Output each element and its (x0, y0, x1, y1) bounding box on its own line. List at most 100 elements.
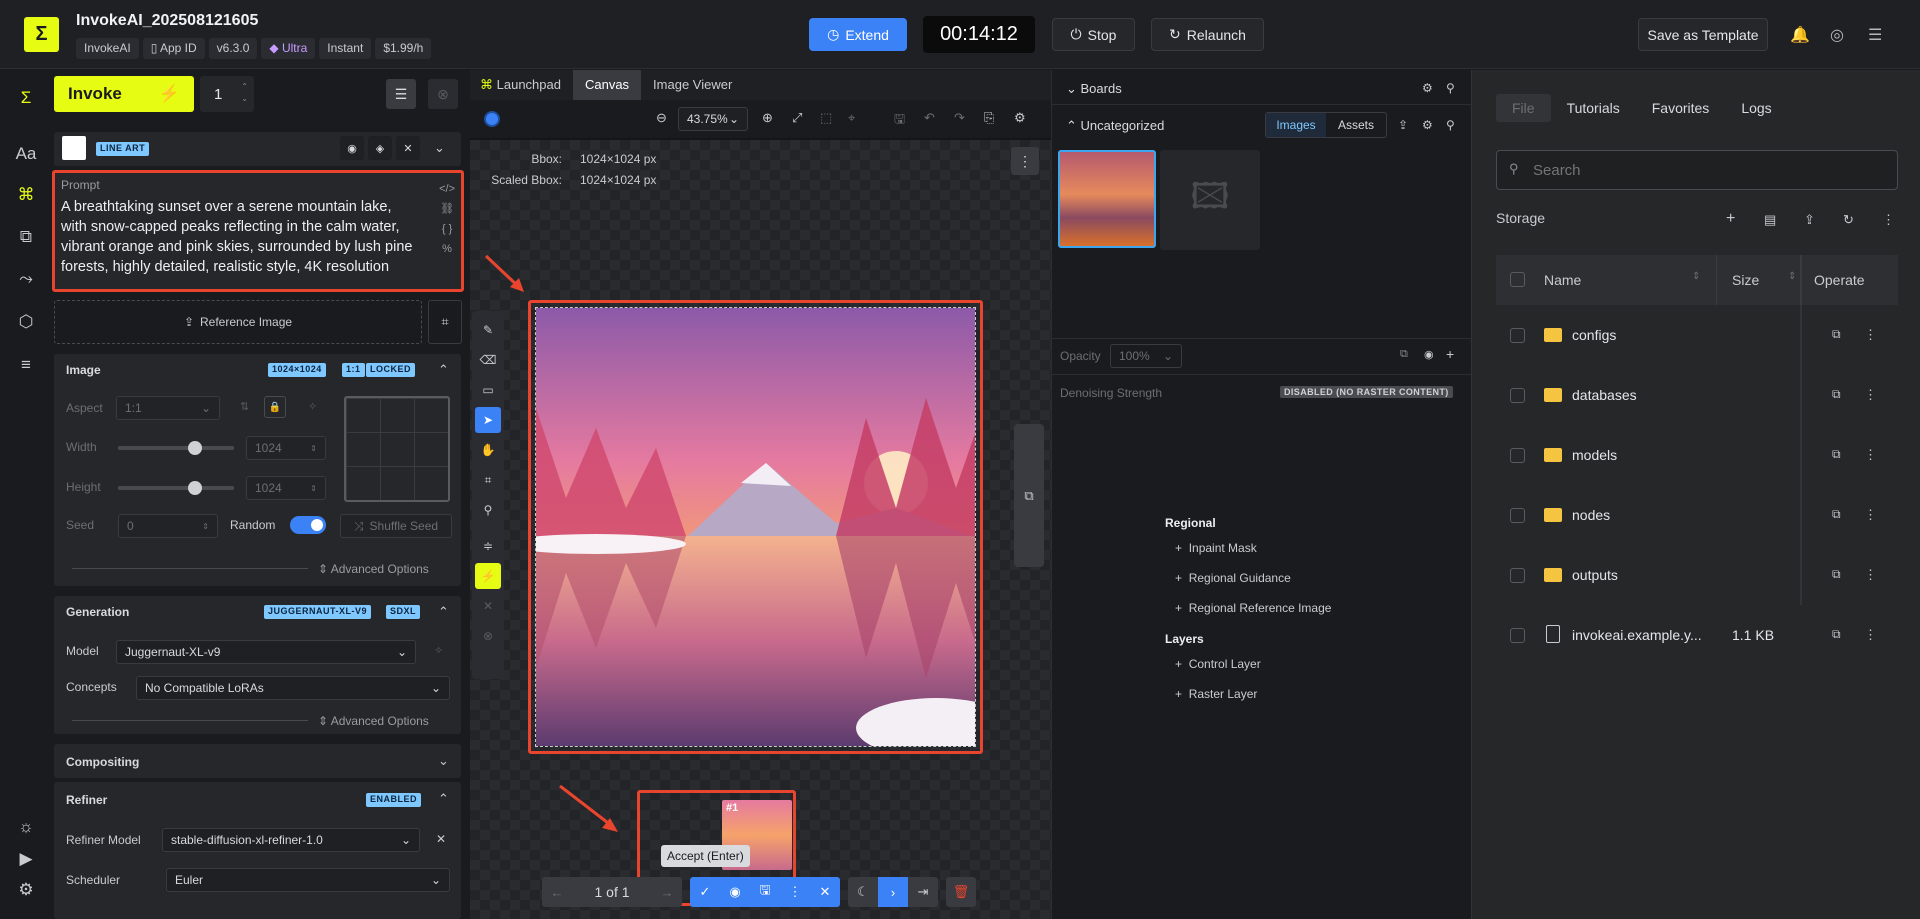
invoke-nav-logo-icon[interactable]: Σ (14, 86, 38, 110)
file-name[interactable]: databases (1572, 387, 1637, 403)
close-tool-icon[interactable]: ✕ (475, 593, 501, 619)
copy-icon[interactable]: ⧉ (1832, 567, 1841, 582)
swap-icon[interactable]: ⇅ (240, 400, 249, 413)
table-row[interactable]: outputs ⧉ ⋮ (1496, 545, 1898, 605)
boards-search-icon[interactable]: ⚲ (1446, 81, 1455, 95)
rectangle-icon[interactable]: ▭ (475, 377, 501, 403)
bbox-tool-icon[interactable]: ⌗ (475, 467, 501, 493)
add-inpaint-mask[interactable]: + Inpaint Mask (1175, 541, 1257, 555)
canvas-nav-icon[interactable]: ⌘ (14, 183, 38, 207)
copy-icon[interactable]: ⧉ (1832, 387, 1841, 402)
width-slider-thumb[interactable] (188, 441, 202, 455)
redo-icon[interactable]: ↷ (954, 110, 965, 126)
accept-check-icon[interactable]: ✓ (690, 877, 720, 907)
queue-icon[interactable]: ≡ (14, 353, 38, 377)
save-as-template-button[interactable]: Save as Template (1638, 18, 1768, 51)
compositing-section[interactable]: Compositing ⌄ (54, 744, 461, 778)
refresh-icon[interactable]: ↻ (1843, 212, 1854, 228)
row-more-icon[interactable]: ⋮ (1864, 567, 1877, 583)
seed-input[interactable]: 0 ⇕ (118, 514, 218, 538)
bbox-select-icon[interactable]: ⌗ (428, 300, 462, 344)
copy-icon[interactable]: ⧉ (1832, 627, 1841, 642)
add-control-layer[interactable]: + Control Layer (1175, 657, 1261, 671)
chevron-down-icon[interactable]: ⌄ (438, 753, 449, 769)
percent-icon[interactable]: % (439, 239, 455, 259)
chevron-up-icon[interactable]: ⌃ (438, 362, 449, 378)
image-placeholder-icon[interactable]: 🖾 (1160, 150, 1260, 250)
height-input[interactable]: 1024 ⇕ (246, 476, 326, 500)
tab-logs[interactable]: Logs (1725, 94, 1787, 122)
file-name[interactable]: invokeai.example.y... (1572, 627, 1702, 643)
sliders-icon[interactable]: ≑ (475, 533, 501, 559)
tab-image-viewer[interactable]: Image Viewer (641, 70, 744, 100)
add-regional-guidance[interactable]: + Regional Guidance (1175, 571, 1291, 585)
gallery-search-icon[interactable]: ⚲ (1446, 118, 1455, 132)
row-more-icon[interactable]: ⋮ (1864, 387, 1877, 403)
last-chevron-icon[interactable]: ⇥ (908, 877, 938, 907)
row-checkbox[interactable] (1510, 628, 1525, 643)
file-name[interactable]: models (1572, 447, 1617, 463)
row-checkbox[interactable] (1510, 508, 1525, 523)
shuffle-seed-button[interactable]: ⤨ Shuffle Seed (340, 514, 452, 538)
row-checkbox[interactable] (1510, 568, 1525, 583)
batch-count-input[interactable]: 1 ⌃ ⌄ (200, 76, 254, 112)
canvas-more-icon[interactable]: ⋮ (1011, 147, 1039, 175)
extend-button[interactable]: ◷ Extend (809, 18, 907, 51)
prompt-box[interactable]: Prompt A breathtaking sunset over a sere… (52, 170, 464, 292)
model-select[interactable]: Juggernaut-XL-v9 ⌄ (116, 640, 416, 664)
refiner-model-select[interactable]: stable-diffusion-xl-refiner-1.0 ⌄ (162, 828, 420, 852)
upload-icon[interactable]: ⇪ (1398, 118, 1408, 132)
tab-canvas[interactable]: Canvas (572, 70, 642, 100)
copy-icon[interactable]: ⧉ (1832, 327, 1841, 342)
cancel-all-button[interactable]: ⊗ (428, 79, 458, 109)
fit-bbox-icon[interactable]: ⬚ (820, 110, 832, 126)
add-regional-reference-image[interactable]: + Regional Reference Image (1175, 601, 1331, 615)
row-checkbox[interactable] (1510, 448, 1525, 463)
gallery-settings-icon[interactable]: ⚙ (1422, 118, 1433, 132)
youtube-icon[interactable]: ▶ (14, 847, 38, 871)
eye-icon[interactable]: ◉ (340, 136, 364, 160)
canvas-settings-icon[interactable]: ⚙ (1014, 110, 1026, 126)
add-layer-icon[interactable]: + (1446, 346, 1454, 362)
file-search-box[interactable]: ⚲ (1496, 150, 1898, 190)
prompt-textarea[interactable]: A breathtaking sunset over a serene moun… (61, 197, 421, 277)
lock-icon[interactable]: 🔒 (264, 396, 286, 418)
sort-icon[interactable]: ⇕ (1692, 271, 1700, 282)
uncategorized-header[interactable]: ⌃ Uncategorized (1066, 118, 1164, 134)
height-slider-thumb[interactable] (188, 481, 202, 495)
save-icon[interactable]: 🖫 (894, 110, 905, 132)
stop-button[interactable]: ⏻ Stop (1052, 18, 1135, 51)
invoke-lightning-icon[interactable]: ⚡ (475, 563, 501, 589)
discard-icon[interactable]: ✕ (810, 877, 840, 907)
focus-icon[interactable]: ⌖ (848, 110, 855, 126)
select-all-checkbox[interactable] (1510, 272, 1525, 287)
more-icon[interactable]: ⋮ (1882, 212, 1895, 228)
advanced-options-toggle[interactable]: ⇕ Advanced Options (318, 562, 429, 576)
file-name[interactable]: nodes (1572, 507, 1610, 523)
table-row[interactable]: invokeai.example.y... 1.1 KB ⧉ ⋮ (1496, 605, 1898, 665)
tab-launchpad[interactable]: ⌘ Launchpad (470, 70, 573, 100)
copy-icon[interactable]: ⧉ (1832, 507, 1841, 522)
link-icon[interactable]: ⛓ (439, 199, 455, 219)
discord-icon[interactable]: ◎ (1830, 25, 1844, 45)
fit-icon[interactable]: ⤢ (792, 110, 802, 126)
copy-icon[interactable]: ⧉ (1832, 447, 1841, 462)
table-row[interactable]: databases ⧉ ⋮ (1496, 365, 1898, 425)
add-raster-layer[interactable]: + Raster Layer (1175, 687, 1257, 701)
undo-icon[interactable]: ↶ (924, 110, 935, 126)
row-more-icon[interactable]: ⋮ (1864, 447, 1877, 463)
table-row[interactable]: configs ⧉ ⋮ (1496, 305, 1898, 365)
eraser-icon[interactable]: ⌫ (475, 347, 501, 373)
layers-icon[interactable]: ◈ (368, 136, 392, 160)
invoke-button[interactable]: Invoke ⚡ (54, 76, 194, 112)
clear-refiner-icon[interactable]: ✕ (436, 832, 446, 846)
workflow-icon[interactable]: ⤳ (14, 267, 38, 291)
generated-image-frame[interactable] (528, 300, 983, 754)
boards-header[interactable]: ⌄ Boards (1066, 81, 1122, 97)
eyedropper-icon[interactable]: ⚲ (475, 497, 501, 523)
sparkle-icon[interactable]: ✧ (308, 400, 317, 413)
chevron-down-icon[interactable]: ⌄ (434, 140, 445, 156)
layer-eye-icon[interactable]: ◉ (1424, 348, 1434, 361)
row-more-icon[interactable]: ⋮ (1864, 627, 1877, 643)
trash-icon[interactable]: 🗑 (946, 877, 976, 907)
